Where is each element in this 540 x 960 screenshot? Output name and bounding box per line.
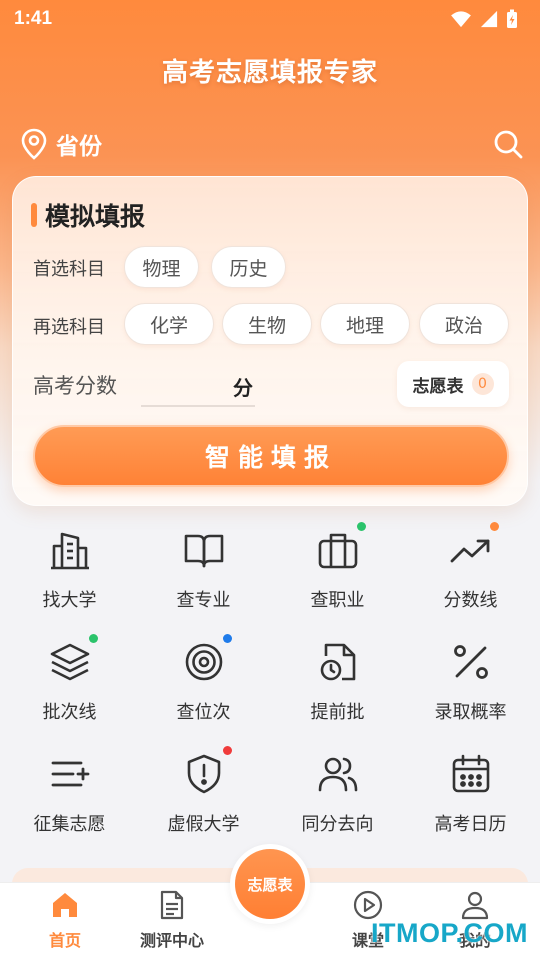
grid-label: 查职业 (310, 590, 365, 611)
document-icon (160, 890, 184, 920)
target-icon (182, 634, 232, 684)
subject-chip-politics[interactable]: 政治 (419, 303, 509, 345)
search-icon[interactable] (492, 128, 524, 160)
wish-list-label: 志愿表 (412, 376, 464, 397)
first-subject-label: 首选科目 (33, 259, 105, 280)
university-building-icon (48, 528, 92, 572)
grid-item-score-line[interactable]: 分数线 (403, 512, 538, 624)
grid-label: 同分去向 (301, 814, 374, 835)
subject-chip-physics[interactable]: 物理 (124, 246, 199, 288)
notification-dot (356, 522, 366, 531)
grid-item-exam-calendar[interactable]: 高考日历 (403, 736, 538, 848)
calendar-icon (449, 752, 493, 796)
user-icon (461, 891, 489, 920)
status-icons (450, 9, 518, 29)
subject-chip-biology[interactable]: 生物 (222, 303, 312, 345)
score-unit: 分 (233, 376, 253, 400)
briefcase-icon (316, 522, 366, 572)
percent-icon (449, 640, 493, 684)
tab-label: 首页 (48, 931, 81, 950)
wish-list-fab-label: 志愿表 (235, 849, 305, 919)
site-watermark: ITMOP.COM (370, 918, 528, 948)
card-title: 模拟填报 (31, 197, 145, 233)
grid-label: 分数线 (443, 590, 498, 611)
battery-icon (507, 9, 517, 28)
tab-assessment[interactable]: 测评中心 (118, 889, 226, 955)
grid-item-fake-university[interactable]: 虚假大学 (136, 736, 271, 848)
notification-dot (489, 522, 499, 531)
grid-label: 查专业 (176, 590, 231, 611)
open-book-icon (182, 528, 226, 572)
feature-grid: 找大学 查专业 查职业 分数线 批次线 查位次 提前批 录取概率 征集志愿 虚假… (0, 512, 540, 852)
province-label: 省份 (56, 134, 102, 160)
grid-item-admission-probability[interactable]: 录取概率 (403, 624, 538, 736)
location-pin-icon (21, 128, 47, 160)
app-title: 高考志愿填报专家 (161, 58, 378, 88)
smart-fill-button[interactable]: 智能填报 (33, 425, 509, 487)
province-selector[interactable]: 省份 (20, 127, 102, 161)
grid-label: 提前批 (310, 702, 365, 723)
grid-item-same-score[interactable]: 同分去向 (270, 736, 405, 848)
tab-label: 测评中心 (139, 931, 204, 950)
grid-item-rank[interactable]: 查位次 (136, 624, 271, 736)
shield-alert-icon (182, 746, 232, 796)
grid-item-early-batch[interactable]: 提前批 (270, 624, 405, 736)
status-time: 1:41 (14, 8, 53, 29)
grid-label: 征集志愿 (33, 814, 106, 835)
grid-label: 批次线 (42, 702, 97, 723)
second-subject-label: 再选科目 (33, 317, 105, 338)
status-bar: 1:41 (0, 0, 540, 38)
grid-label: 虚假大学 (167, 814, 240, 835)
list-add-icon (48, 752, 92, 796)
grid-label: 找大学 (42, 590, 97, 611)
province-row: 省份 (20, 124, 524, 164)
subject-chip-history[interactable]: 历史 (211, 246, 286, 288)
grid-label: 高考日历 (434, 814, 507, 835)
score-label: 高考分数 (33, 374, 117, 398)
file-clock-icon (316, 640, 360, 684)
play-circle-icon (353, 890, 383, 920)
home-icon (53, 893, 77, 917)
simulation-card: 模拟填报 首选科目 物理 历史 再选科目 化学 生物 地理 政治 高考分数 分 … (12, 176, 528, 506)
subject-chip-geography[interactable]: 地理 (320, 303, 410, 345)
grid-item-collect-wish[interactable]: 征集志愿 (2, 736, 137, 848)
card-title-text: 模拟填报 (45, 202, 146, 231)
notification-dot (222, 634, 232, 643)
signal-icon (480, 10, 498, 28)
grid-item-find-career[interactable]: 查职业 (270, 512, 405, 624)
title-accent-bar (31, 203, 37, 227)
subject-chip-chemistry[interactable]: 化学 (124, 303, 214, 345)
layers-icon (48, 634, 98, 684)
wish-list-count-badge: 0 (471, 373, 494, 395)
wish-list-button[interactable]: 志愿表 0 (397, 361, 509, 407)
notification-dot (222, 746, 232, 755)
grid-item-find-university[interactable]: 找大学 (2, 512, 137, 624)
notification-dot (88, 634, 98, 643)
grid-label: 查位次 (176, 702, 231, 723)
trending-up-icon (449, 522, 499, 572)
grid-item-batch-line[interactable]: 批次线 (2, 624, 137, 736)
wifi-icon (451, 11, 471, 28)
grid-item-find-major[interactable]: 查专业 (136, 512, 271, 624)
tab-home[interactable]: 首页 (11, 889, 119, 955)
users-icon (316, 752, 360, 796)
wish-list-fab[interactable]: 志愿表 (230, 844, 310, 924)
grid-label: 录取概率 (434, 702, 507, 723)
